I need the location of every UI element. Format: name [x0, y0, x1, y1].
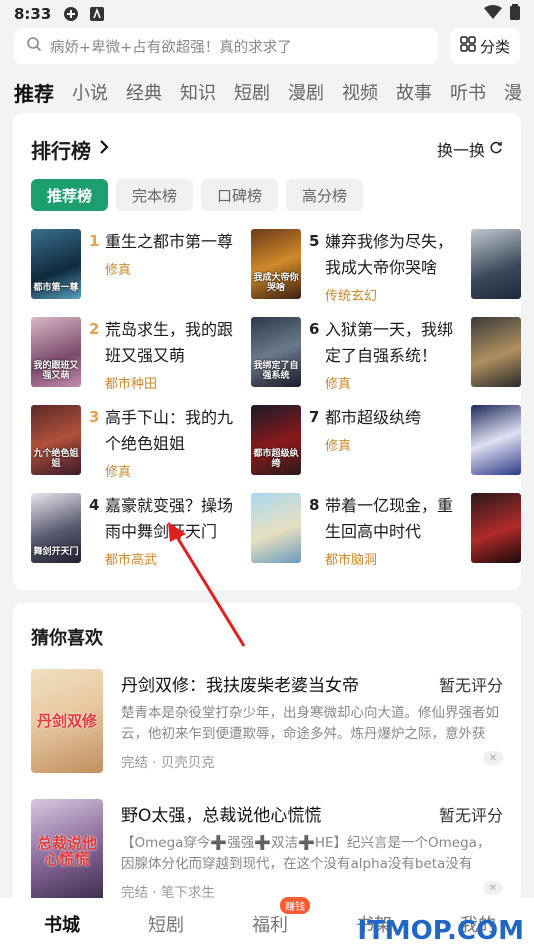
book-cover[interactable]: [471, 317, 521, 387]
book-title: 高手下山：我的九个绝色姐姐: [105, 408, 234, 453]
close-icon[interactable]: ✕: [483, 881, 503, 895]
tab-comic[interactable]: 漫: [504, 79, 522, 105]
book-tag: 传统玄幻: [325, 289, 378, 304]
nav-welfare[interactable]: 福利 赚钱: [218, 897, 322, 937]
category-label: 分类: [479, 37, 510, 56]
book-cover: 我成大帝你哭啥: [251, 229, 301, 299]
nav-bookstore[interactable]: 书城: [10, 911, 114, 937]
ranking-card: 排行榜 换一换 推荐榜 完本榜 口碑榜 高分榜 都市第一尊 1 重生之都市第一尊…: [13, 113, 521, 590]
rank-number: 2: [89, 320, 100, 338]
rank-number: 1: [89, 232, 100, 250]
wifi-icon: [484, 5, 502, 23]
status-time: 8:33: [14, 5, 52, 23]
ranking-book[interactable]: 都市第一尊 1 重生之都市第一尊 修真: [31, 229, 247, 301]
tab-video[interactable]: 视频: [342, 79, 378, 105]
book-title: 都市超级纨绔: [325, 408, 422, 427]
guess-book[interactable]: 总裁说他心慌慌 野O太强，总裁说他心慌慌 暂无评分 【Omega穿今➕强强➕双洁…: [31, 799, 503, 903]
rank-number: 3: [89, 408, 100, 426]
guess-title: 猜你喜欢: [31, 628, 103, 649]
ranking-subtabs: 推荐榜 完本榜 口碑榜 高分榜: [31, 179, 364, 211]
search-placeholder: 病娇+卑微+占有欲超强！真的求求了: [50, 39, 292, 56]
tab-novel[interactable]: 小说: [72, 79, 108, 105]
book-cover: 丹剑双修: [31, 669, 103, 773]
book-tag: 修真: [105, 465, 132, 480]
book-title: 丹剑双修：我扶废柴老婆当女帝: [121, 676, 359, 696]
book-cover[interactable]: [471, 493, 521, 563]
nav-short-drama[interactable]: 短剧: [114, 911, 218, 937]
ranking-book[interactable]: 都市超级纨绔 7 都市超级纨绔 修真: [251, 405, 467, 477]
search-bar[interactable]: 病娇+卑微+占有欲超强！真的求求了: [14, 28, 438, 64]
book-tag: 都市脑洞: [325, 553, 378, 568]
ranking-book[interactable]: 我的跟班又强又萌 2 荒岛求生，我的跟班又强又萌 都市种田: [31, 317, 247, 392]
earn-badge: 赚钱: [280, 897, 310, 914]
book-title: 荒岛求生，我的跟班又强又萌: [105, 320, 234, 365]
book-title: 带着一亿现金，重生回高中时代: [325, 496, 454, 541]
book-cover: 都市超级纨绔: [251, 405, 301, 475]
search-icon: [26, 36, 42, 56]
book-score: 暂无评分: [438, 806, 503, 825]
subtab-finished[interactable]: 完本榜: [116, 179, 194, 211]
subtab-reputation[interactable]: 口碑榜: [201, 179, 279, 211]
book-title: 重生之都市第一尊: [105, 232, 234, 251]
watermark: ITMOP.COM: [357, 916, 524, 946]
annotation-arrow-icon: [168, 522, 246, 647]
book-cover[interactable]: [471, 405, 521, 475]
tab-comic-drama[interactable]: 漫剧: [288, 79, 324, 105]
subtab-high-score[interactable]: 高分榜: [286, 179, 364, 211]
rank-number: 6: [309, 320, 320, 338]
book-cover[interactable]: [471, 229, 521, 299]
book-cover: 九个绝色姐姐: [31, 405, 81, 475]
book-cover: 都市第一尊: [31, 229, 81, 299]
category-button[interactable]: 分类: [450, 28, 520, 64]
nav-welfare-label: 福利: [252, 915, 288, 936]
book-meta: 完结 · 贝壳贝克: [121, 755, 215, 771]
book-cover: 我绑定了自强系统: [251, 317, 301, 387]
book-description: 楚青本是杂役堂打杂少年，出身寒微却心向大道。修仙界强者如云，他初来乍到便遭欺辱，…: [121, 705, 499, 742]
tab-knowledge[interactable]: 知识: [180, 79, 216, 105]
battery-icon: [510, 4, 520, 24]
tab-short-drama[interactable]: 短剧: [234, 79, 270, 105]
ranking-book[interactable]: 我成大帝你哭啥 5 嫌弃我修为尽失，我成大帝你哭啥 传统玄幻: [251, 229, 467, 304]
book-tag: 修真: [105, 263, 132, 278]
book-title: 入狱第一天，我绑定了自强系统！: [325, 320, 454, 365]
grid-icon: [460, 36, 476, 56]
tab-recommend[interactable]: 推荐: [14, 78, 54, 107]
tab-audiobook[interactable]: 听书: [450, 79, 486, 105]
close-icon[interactable]: ✕: [483, 751, 503, 765]
rank-number: 7: [309, 408, 320, 426]
book-cover: 舞剑开天门: [31, 493, 81, 563]
tab-story[interactable]: 故事: [396, 79, 432, 105]
app-notification-icon: [63, 6, 79, 22]
guess-book[interactable]: 丹剑双修 丹剑双修：我扶废柴老婆当女帝 暂无评分 楚青本是杂役堂打杂少年，出身寒…: [31, 669, 503, 779]
book-cover: 我的跟班又强又萌: [31, 317, 81, 387]
guess-card: 猜你喜欢 丹剑双修 丹剑双修：我扶废柴老婆当女帝 暂无评分 楚青本是杂役堂打杂少…: [13, 603, 521, 903]
book-description: 【Omega穿今➕强强➕双洁➕HE】纪兴言是一个Omega，因腺体分化而穿越到现…: [121, 835, 491, 872]
book-tag: 都市种田: [105, 377, 158, 392]
top-tabs: 推荐 小说 经典 知识 短剧 漫剧 视频 故事 听书 漫: [14, 76, 534, 108]
refresh-button[interactable]: 换一换: [437, 137, 503, 161]
rank-number: 4: [89, 496, 100, 514]
book-tag: 修真: [325, 377, 352, 392]
rank-number: 8: [309, 496, 320, 514]
chevron-right-icon: [99, 139, 109, 160]
book-tag: 修真: [325, 439, 352, 454]
ranking-book[interactable]: 我绑定了自强系统 6 入狱第一天，我绑定了自强系统！ 修真: [251, 317, 467, 392]
a-notification-icon: [89, 6, 105, 22]
ranking-header[interactable]: 排行榜: [31, 135, 109, 164]
refresh-icon: [489, 140, 503, 159]
book-cover: [251, 493, 301, 563]
ranking-book[interactable]: 九个绝色姐姐 3 高手下山：我的九个绝色姐姐 修真: [31, 405, 247, 480]
ranking-books: 都市第一尊 1 重生之都市第一尊 修真 我的跟班又强又萌 2 荒岛求生，我的跟班…: [31, 229, 521, 579]
book-score: 暂无评分: [438, 676, 503, 695]
ranking-book[interactable]: 8 带着一亿现金，重生回高中时代 都市脑洞: [251, 493, 467, 568]
book-title: 嫌弃我修为尽失，我成大帝你哭啥: [325, 232, 454, 277]
ranking-title: 排行榜: [31, 139, 91, 163]
subtab-recommend[interactable]: 推荐榜: [31, 179, 109, 211]
status-bar: 8:33: [0, 0, 534, 28]
tab-classic[interactable]: 经典: [126, 79, 162, 105]
refresh-label: 换一换: [436, 141, 485, 160]
rank-number: 5: [309, 232, 320, 250]
book-cover: 总裁说他心慌慌: [31, 799, 103, 903]
book-title: 野O太强，总裁说他心慌慌: [121, 806, 322, 826]
